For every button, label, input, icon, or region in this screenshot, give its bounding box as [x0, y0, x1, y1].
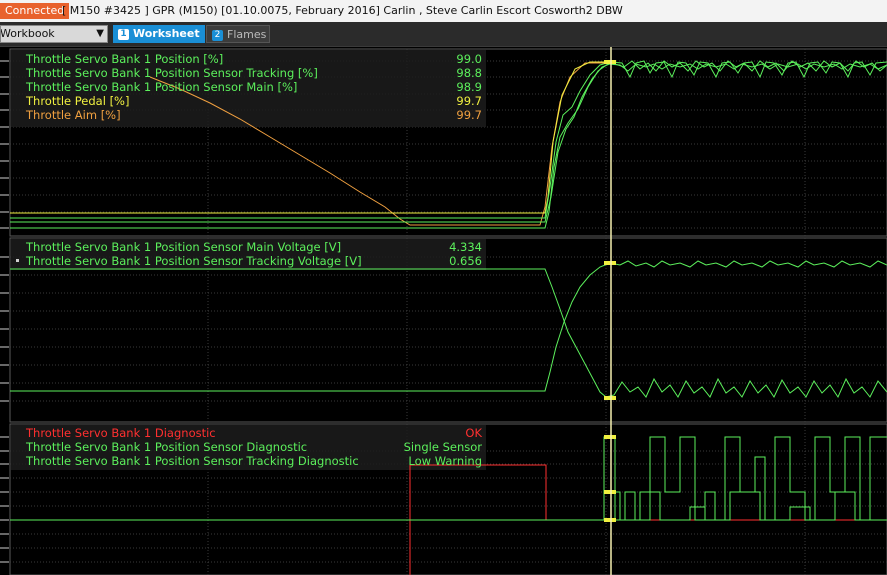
legend-label: Throttle Servo Bank 1 Diagnostic	[25, 426, 216, 440]
legend-value: 4.334	[449, 240, 482, 254]
legend-label: Throttle Servo Bank 1 Position [%]	[25, 52, 223, 66]
tab-label: Flames	[227, 28, 267, 41]
legend-value: Single Sensor	[404, 440, 483, 454]
workbook-dropdown[interactable]: Workbook ▼	[0, 25, 108, 43]
toolbar: Workbook ▼ 1 Worksheet 2 Flames	[0, 22, 887, 47]
legend-label: Throttle Servo Bank 1 Position Sensor Ma…	[25, 240, 341, 254]
legend-value: 98.9	[456, 80, 482, 94]
tab-label: Worksheet	[133, 27, 200, 40]
workbook-value: Workbook	[0, 27, 55, 40]
tab-worksheet[interactable]: 1 Worksheet	[113, 25, 205, 43]
tab-flames[interactable]: 2 Flames	[206, 25, 270, 43]
legend-value: 0.656	[449, 254, 482, 268]
chevron-down-icon: ▼	[96, 28, 104, 39]
connection-status-badge: Connected	[0, 3, 70, 19]
legend-value: 99.7	[456, 94, 482, 108]
legend-label: Throttle Aim [%]	[25, 108, 121, 122]
legend-value: 99.7	[456, 108, 482, 122]
selected-channel-marker	[16, 259, 19, 262]
time-plot-area[interactable]: Throttle Servo Bank 1 Position [%] 99.0 …	[0, 47, 887, 575]
window-title: [ M150 #3425 ] GPR (M150) [01.10.0075, F…	[62, 4, 623, 17]
tab-number: 2	[212, 29, 223, 41]
legend-label: Throttle Servo Bank 1 Position Sensor Di…	[25, 440, 307, 454]
tab-number: 1	[118, 28, 129, 40]
legend-label: Throttle Pedal [%]	[25, 94, 129, 108]
legend-value: 99.0	[456, 52, 482, 66]
legend-label: Throttle Servo Bank 1 Position Sensor Tr…	[25, 254, 362, 268]
legend-label: Throttle Servo Bank 1 Position Sensor Tr…	[25, 454, 359, 468]
legend-label: Throttle Servo Bank 1 Position Sensor Tr…	[25, 66, 318, 80]
legend-label: Throttle Servo Bank 1 Position Sensor Ma…	[25, 80, 297, 94]
trace-markers	[604, 60, 616, 64]
legend-value: Low Warning	[408, 454, 482, 468]
title-bar: Connected [ M150 #3425 ] GPR (M150) [01.…	[0, 0, 887, 23]
legend-value: 98.8	[456, 66, 482, 80]
legend-value: OK	[465, 426, 482, 440]
